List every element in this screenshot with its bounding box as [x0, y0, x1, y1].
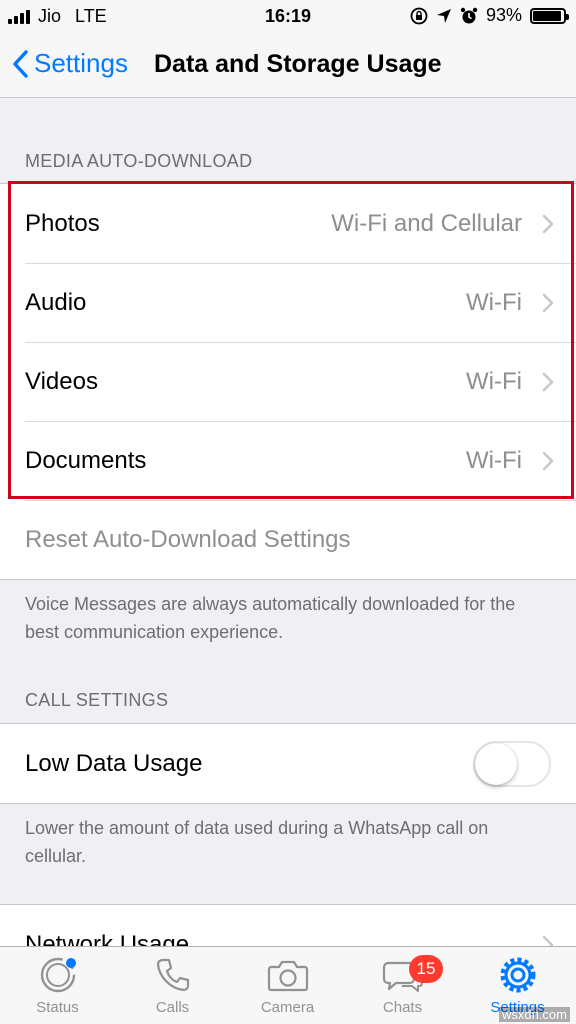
- status-right: 93%: [410, 5, 569, 26]
- toggle-knob: [475, 743, 517, 785]
- call-section-footer: Lower the amount of data used during a W…: [25, 818, 489, 866]
- reset-auto-download-button[interactable]: Reset Auto-Download Settings: [0, 500, 576, 579]
- tab-bar: Status Calls Camera 15 Chats Settings ws…: [0, 946, 576, 1024]
- status-icon: [40, 957, 76, 993]
- camera-icon: [267, 960, 308, 992]
- unread-badge: 15: [409, 955, 443, 983]
- low-data-usage-toggle[interactable]: [473, 741, 551, 787]
- status-bar: Jio LTE 16:19 93%: [0, 0, 576, 32]
- battery-icon: [530, 7, 569, 24]
- page-title: Data and Storage Usage: [154, 50, 442, 78]
- tab-status[interactable]: Status: [0, 953, 115, 1016]
- low-data-usage-row: Low Data Usage: [0, 724, 576, 803]
- reset-label: Reset Auto-Download Settings: [25, 525, 351, 553]
- chevron-left-icon: [13, 49, 28, 78]
- row-label: Low Data Usage: [25, 749, 203, 777]
- back-button[interactable]: Settings: [12, 48, 128, 79]
- highlight-box: [8, 181, 574, 499]
- navigation-bar: Settings Data and Storage Usage: [0, 32, 576, 98]
- location-icon: [436, 8, 451, 23]
- tab-camera[interactable]: Camera: [230, 953, 345, 1016]
- tab-label: Chats: [382, 999, 423, 1016]
- tab-label: Calls: [155, 999, 190, 1016]
- call-settings-list: Low Data Usage: [0, 723, 576, 804]
- media-section-header: MEDIA AUTO-DOWNLOAD: [25, 151, 253, 171]
- back-label: Settings: [34, 48, 128, 78]
- battery-fill: [533, 10, 561, 21]
- call-section-header: CALL SETTINGS: [25, 690, 169, 710]
- phone-icon: [156, 958, 189, 992]
- orientation-lock-icon: [410, 7, 428, 24]
- tab-calls[interactable]: Calls: [115, 953, 230, 1016]
- tab-label: Status: [36, 999, 79, 1016]
- tab-label: Camera: [260, 999, 315, 1016]
- alarm-icon: [460, 7, 478, 23]
- tab-chats[interactable]: 15 Chats: [345, 953, 460, 1016]
- battery-percent: 93%: [485, 5, 522, 25]
- watermark: wsxdn.com: [498, 1007, 570, 1022]
- media-section-footer: Voice Messages are always automatically …: [25, 594, 516, 642]
- gear-icon: [500, 957, 535, 993]
